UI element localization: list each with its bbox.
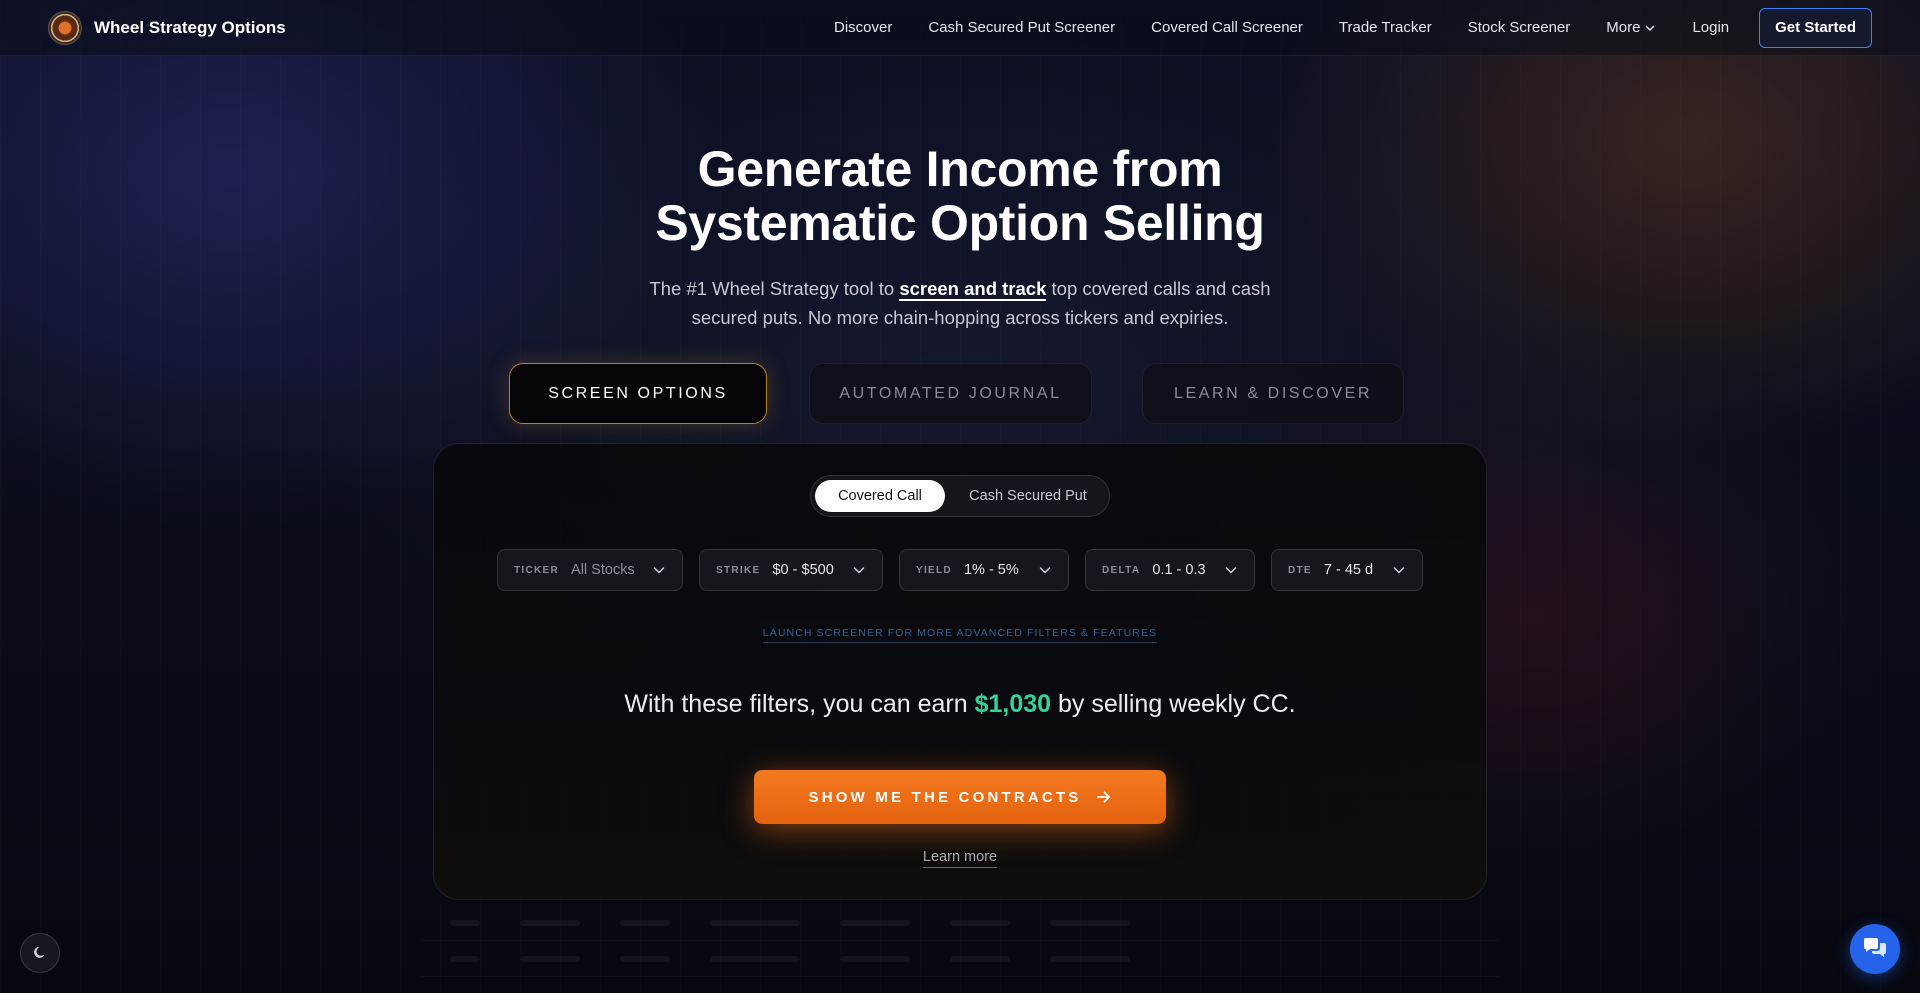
- ghost-cell: [1050, 955, 1130, 962]
- filter-yield[interactable]: YIELD 1% - 5%: [899, 549, 1069, 591]
- chevron-down-icon: [853, 567, 865, 574]
- ghost-cell: [520, 955, 580, 962]
- brand-name: Wheel Strategy Options: [94, 17, 286, 37]
- chat-button[interactable]: [1850, 924, 1900, 974]
- background-table-decoration: [420, 905, 1500, 977]
- toggle-cash-secured-put[interactable]: Cash Secured Put: [949, 480, 1107, 512]
- ghost-row: [420, 941, 1500, 977]
- ghost-cell: [450, 955, 480, 962]
- chat-bubbles-icon: [1864, 938, 1886, 957]
- earn-estimate: With these filters, you can earn $1,030 …: [0, 690, 1920, 719]
- nav-link-login[interactable]: Login: [1692, 19, 1729, 36]
- theme-toggle-button[interactable]: [20, 933, 60, 973]
- nav-link-csp-screener[interactable]: Cash Secured Put Screener: [928, 19, 1115, 36]
- strategy-toggle: Covered Call Cash Secured Put: [810, 475, 1110, 517]
- filter-value: 7 - 45 d: [1323, 562, 1374, 578]
- get-started-button[interactable]: Get Started: [1759, 7, 1872, 48]
- nav-link-discover[interactable]: Discover: [834, 19, 892, 36]
- ghost-cell: [950, 919, 1010, 926]
- filter-value: 0.1 - 0.3: [1152, 562, 1206, 578]
- ghost-cell: [840, 955, 910, 962]
- ghost-cell: [840, 919, 910, 926]
- chevron-down-icon: [1393, 567, 1405, 574]
- show-contracts-label: SHOW ME THE CONTRACTS: [808, 788, 1082, 806]
- launch-screener-link[interactable]: LAUNCH SCREENER FOR MORE ADVANCED FILTER…: [762, 627, 1158, 643]
- filter-strike[interactable]: STRIKE $0 - $500: [699, 549, 883, 591]
- filter-value: All Stocks: [571, 562, 635, 578]
- chevron-down-icon: [1646, 25, 1655, 31]
- earn-before: With these filters, you can earn: [624, 690, 975, 718]
- filter-key: YIELD: [916, 564, 952, 576]
- nav-link-cc-screener[interactable]: Covered Call Screener: [1151, 19, 1303, 36]
- filter-dte[interactable]: DTE 7 - 45 d: [1271, 549, 1423, 591]
- learn-more-row: Learn more: [0, 849, 1920, 868]
- brand[interactable]: Wheel Strategy Options: [48, 10, 286, 45]
- chevron-down-icon: [1225, 567, 1237, 574]
- filter-key: DTE: [1288, 564, 1312, 576]
- tab-automated-journal[interactable]: AUTOMATED JOURNAL: [809, 363, 1092, 424]
- moon-icon: [34, 946, 45, 958]
- nav-links: Discover Cash Secured Put Screener Cover…: [834, 7, 1872, 48]
- ghost-cell: [520, 919, 580, 926]
- nav-more-dropdown[interactable]: More: [1606, 19, 1656, 36]
- nav-link-trade-tracker[interactable]: Trade Tracker: [1339, 19, 1432, 36]
- wheel-logo-icon: [48, 10, 82, 45]
- hero-subtitle: The #1 Wheel Strategy tool to screen and…: [640, 274, 1280, 332]
- hero-title-line2: Systematic Option Selling: [655, 195, 1265, 251]
- hero-title-line1: Generate Income from: [697, 141, 1223, 197]
- tab-screen-options[interactable]: SCREEN OPTIONS: [509, 363, 767, 424]
- ghost-row: [420, 905, 1500, 941]
- nav-more-label: More: [1606, 19, 1641, 36]
- hero-sub-bold: screen and track: [899, 278, 1047, 301]
- filter-key: STRIKE: [716, 564, 761, 576]
- chevron-down-icon: [653, 567, 665, 574]
- arrow-right-icon: [1096, 791, 1110, 803]
- nav-link-stock-screener[interactable]: Stock Screener: [1468, 19, 1571, 36]
- launch-screener-row: LAUNCH SCREENER FOR MORE ADVANCED FILTER…: [0, 627, 1920, 643]
- earn-amount: $1,030: [974, 690, 1052, 718]
- ghost-cell: [950, 955, 1010, 962]
- top-navbar: Wheel Strategy Options Discover Cash Sec…: [0, 0, 1920, 56]
- ghost-cell: [620, 919, 670, 926]
- ghost-cell: [710, 955, 800, 962]
- show-contracts-button[interactable]: SHOW ME THE CONTRACTS: [754, 770, 1166, 824]
- chevron-down-icon: [1039, 567, 1051, 574]
- filter-value: 1% - 5%: [963, 562, 1019, 578]
- toggle-covered-call[interactable]: Covered Call: [815, 480, 945, 512]
- tab-learn-discover[interactable]: LEARN & DISCOVER: [1142, 363, 1404, 424]
- hero-title: Generate Income from Systematic Option S…: [0, 142, 1920, 250]
- earn-after: by selling weekly CC.: [1051, 690, 1296, 718]
- filter-value: $0 - $500: [772, 562, 834, 578]
- filter-ticker[interactable]: TICKER All Stocks: [497, 549, 683, 591]
- ghost-cell: [620, 955, 670, 962]
- filter-key: TICKER: [514, 564, 560, 576]
- filter-key: DELTA: [1102, 564, 1141, 576]
- learn-more-link[interactable]: Learn more: [922, 849, 998, 868]
- filter-delta[interactable]: DELTA 0.1 - 0.3: [1085, 549, 1255, 591]
- ghost-cell: [710, 919, 800, 926]
- ghost-cell: [450, 919, 480, 926]
- ghost-cell: [1050, 919, 1130, 926]
- hero-sub-before: The #1 Wheel Strategy tool to: [649, 278, 900, 299]
